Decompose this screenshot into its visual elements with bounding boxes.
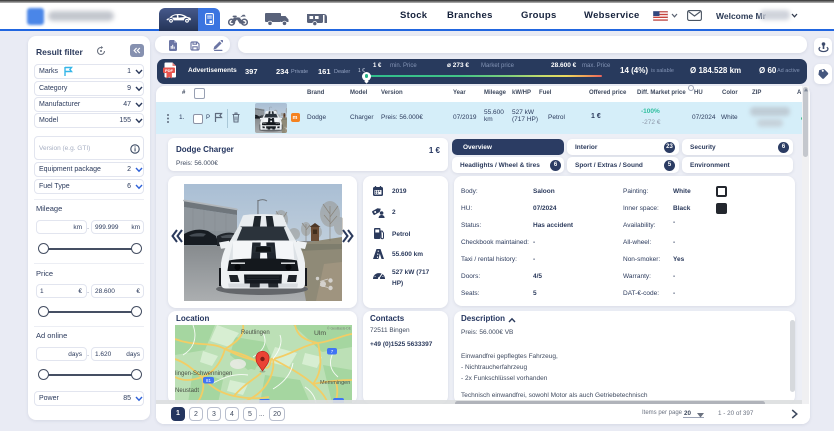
- svg-text:PDF: PDF: [165, 68, 174, 73]
